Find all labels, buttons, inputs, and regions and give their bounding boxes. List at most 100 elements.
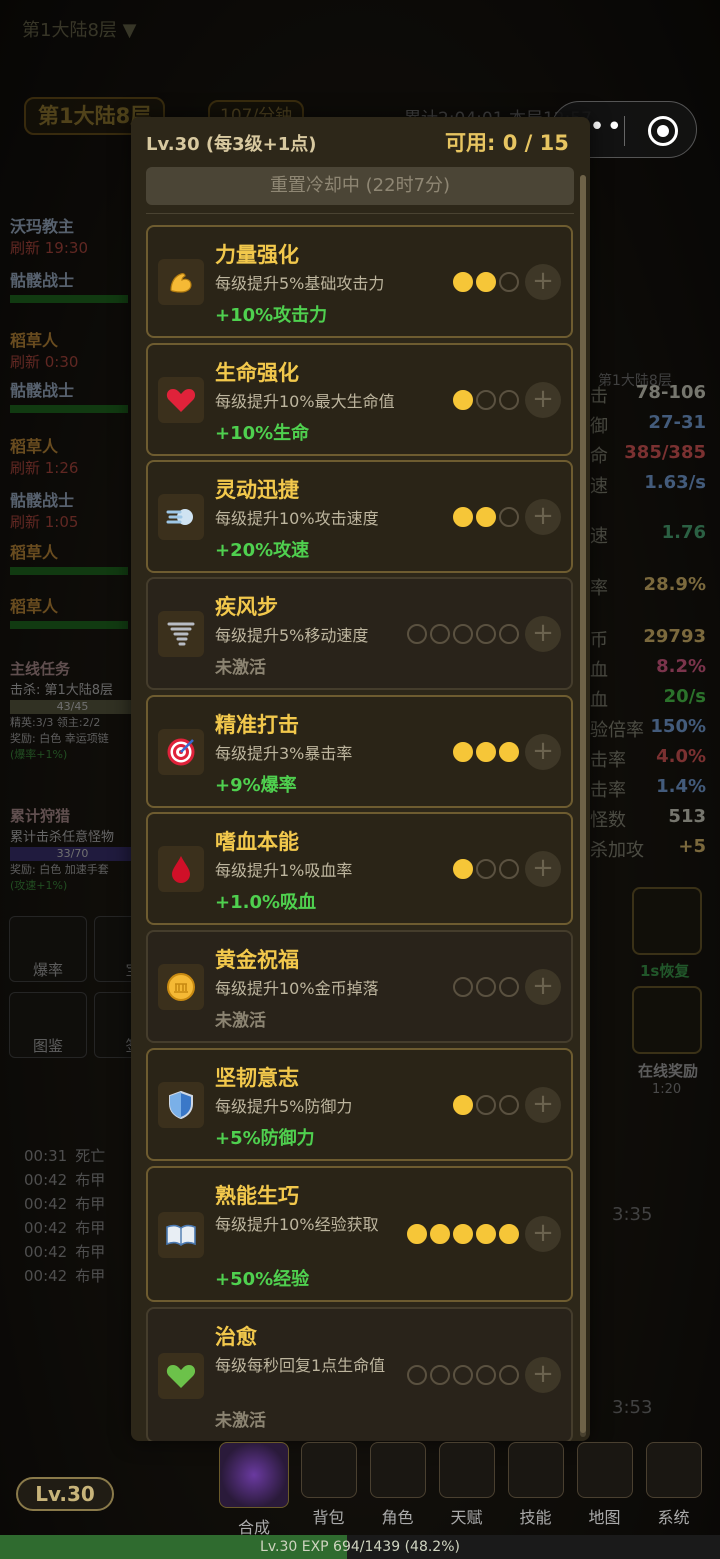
nav-label: 天赋 <box>450 1508 483 1527</box>
level-pip-empty <box>407 1365 427 1385</box>
level-pip-filled <box>453 858 473 879</box>
talent-card[interactable]: 精准打击每级提升3%暴击率 +9%爆率 + <box>146 695 573 808</box>
level-pip-empty <box>476 976 496 997</box>
nav-label: 背包 <box>312 1508 345 1527</box>
upgrade-talent-button[interactable]: + <box>525 968 561 1005</box>
level-pip-empty <box>476 1365 496 1385</box>
talent-name: 灵动迅捷 <box>215 478 299 502</box>
talent-level-pips <box>453 389 519 410</box>
talent-card[interactable]: 力量强化 每级提升5%基础攻击力 +10%攻击力 + <box>146 225 573 338</box>
upgrade-talent-button[interactable]: + <box>525 1086 561 1123</box>
level-pip-filled <box>453 389 473 410</box>
upgrade-talent-button[interactable]: + <box>525 263 561 300</box>
talent-bonus: +5%防御力 <box>215 1128 315 1149</box>
level-pip-empty <box>499 271 519 292</box>
upgrade-talent-button[interactable]: + <box>525 1216 561 1252</box>
talent-description: 每级提升10%最大生命值 <box>215 392 395 411</box>
talent-card[interactable]: 生命强化 每级提升10%最大生命值 +10%生命 + <box>146 343 573 456</box>
talent-name: 精准打击 <box>215 713 299 737</box>
nav-synthesis-icon <box>219 1442 289 1508</box>
header-divider <box>146 213 574 214</box>
level-pip-filled <box>476 506 496 527</box>
talent-level-pips <box>407 1224 519 1244</box>
level-pip-empty <box>476 389 496 410</box>
upgrade-talent-button[interactable]: + <box>525 498 561 535</box>
level-pip-empty <box>453 623 473 644</box>
talent-description: 每级提升10%金币掉落 <box>215 979 379 998</box>
talent-bonus: 未激活 <box>215 658 266 678</box>
open-book-icon <box>158 1212 204 1258</box>
level-pip-filled <box>476 271 496 292</box>
talent-level-pips <box>453 858 519 879</box>
talent-card[interactable]: 坚韧意志 每级提升5%防御力 +5%防御力 + <box>146 1048 573 1161</box>
level-pip-filled <box>453 1094 473 1115</box>
capsule-divider <box>624 116 625 146</box>
talent-bonus: +1.0%吸血 <box>215 892 317 913</box>
talent-modal: Lv.30 (每3级+1点) 可用: 0 / 15 重置冷却中 (22时7分) … <box>131 117 590 1441</box>
upgrade-talent-button[interactable]: + <box>525 733 561 770</box>
talent-description: 每级提升5%防御力 <box>215 1097 353 1116</box>
talent-name: 疾风步 <box>215 595 278 619</box>
close-target-icon[interactable] <box>648 116 678 146</box>
exp-bar: Lv.30 EXP 694/1439 (48.2%) <box>0 1535 720 1559</box>
nav-skill[interactable]: 技能 <box>501 1442 570 1538</box>
talent-name: 嗜血本能 <box>215 830 299 854</box>
talent-description: 每级提升10%经验获取 <box>215 1215 379 1234</box>
nav-talent[interactable]: 天赋 <box>432 1442 501 1538</box>
talent-bonus: +9%爆率 <box>215 775 297 796</box>
upgrade-talent-button[interactable]: + <box>525 381 561 418</box>
talent-level-pips <box>407 623 519 644</box>
level-pip-filled <box>453 1224 473 1244</box>
nav-system-icon <box>645 1442 702 1498</box>
level-pip-empty <box>476 1094 496 1115</box>
talent-bonus: +20%攻速 <box>215 540 310 561</box>
level-pip-empty <box>499 623 519 644</box>
talent-scrollbar[interactable] <box>580 175 586 1437</box>
talent-level-pips <box>407 1365 519 1385</box>
nav-map[interactable]: 地图 <box>570 1442 639 1538</box>
dash-wind-icon <box>158 494 204 540</box>
nav-synthesis[interactable]: 合成 <box>214 1442 294 1538</box>
level-pip-empty <box>499 389 519 410</box>
nav-backpack[interactable]: 背包 <box>294 1442 363 1538</box>
talent-card[interactable]: 灵动迅捷 每级提升10%攻击速度 +20%攻速 + <box>146 460 573 573</box>
upgrade-talent-button[interactable]: + <box>525 850 561 887</box>
talent-level-text: Lv.30 (每3级+1点) <box>146 134 317 155</box>
talent-level-pips <box>453 506 519 527</box>
talent-description: 每级提升3%暴击率 <box>215 744 353 763</box>
talent-card[interactable]: 疾风步 每级提升5%移动速度 未激活 + <box>146 577 573 690</box>
scrollbar-thumb[interactable] <box>580 175 586 1433</box>
talent-modal-header: Lv.30 (每3级+1点) 可用: 0 / 15 <box>131 117 590 163</box>
talent-card[interactable]: 黄金祝福 每级提升10%金币掉落 未激活 + <box>146 930 573 1043</box>
level-pip-filled <box>430 1224 450 1244</box>
player-level-pill: Lv.30 <box>16 1477 114 1511</box>
level-pip-filled <box>476 1224 496 1244</box>
level-pip-filled <box>453 271 473 292</box>
nav-label: 技能 <box>519 1508 552 1527</box>
talent-card[interactable]: 嗜血本能 每级提升1%吸血率 +1.0%吸血 + <box>146 812 573 925</box>
talent-card[interactable]: 治愈 每级每秒回复1点生命值 未激活 + <box>146 1307 573 1441</box>
level-pip-filled <box>476 741 496 762</box>
upgrade-talent-button[interactable]: + <box>525 615 561 652</box>
talent-name: 生命强化 <box>215 361 299 385</box>
exp-text: Lv.30 EXP 694/1439 (48.2%) <box>260 1539 460 1555</box>
reset-talents-button[interactable]: 重置冷却中 (22时7分) <box>146 167 574 205</box>
talent-name: 熟能生巧 <box>215 1184 299 1208</box>
nav-character[interactable]: 角色 <box>363 1442 432 1538</box>
nav-backpack-icon <box>300 1442 357 1498</box>
bottom-nav: 合成 背包 角色 天赋 技能 地图 系统 <box>214 1442 708 1538</box>
talent-bonus: 未激活 <box>215 1411 266 1431</box>
nav-system[interactable]: 系统 <box>639 1442 708 1538</box>
heart-icon <box>158 377 204 423</box>
flexed-biceps-icon <box>158 259 204 305</box>
target-icon <box>158 729 204 775</box>
level-pip-empty <box>476 858 496 879</box>
level-pip-empty <box>499 506 519 527</box>
level-pip-empty <box>476 623 496 644</box>
talent-level-pips <box>453 1094 519 1115</box>
talent-name: 力量强化 <box>215 243 299 267</box>
nav-label: 角色 <box>381 1508 414 1527</box>
blood-drop-icon <box>158 846 204 892</box>
upgrade-talent-button[interactable]: + <box>525 1357 561 1393</box>
talent-card[interactable]: 熟能生巧 每级提升10%经验获取 +50%经验 + <box>146 1166 573 1302</box>
